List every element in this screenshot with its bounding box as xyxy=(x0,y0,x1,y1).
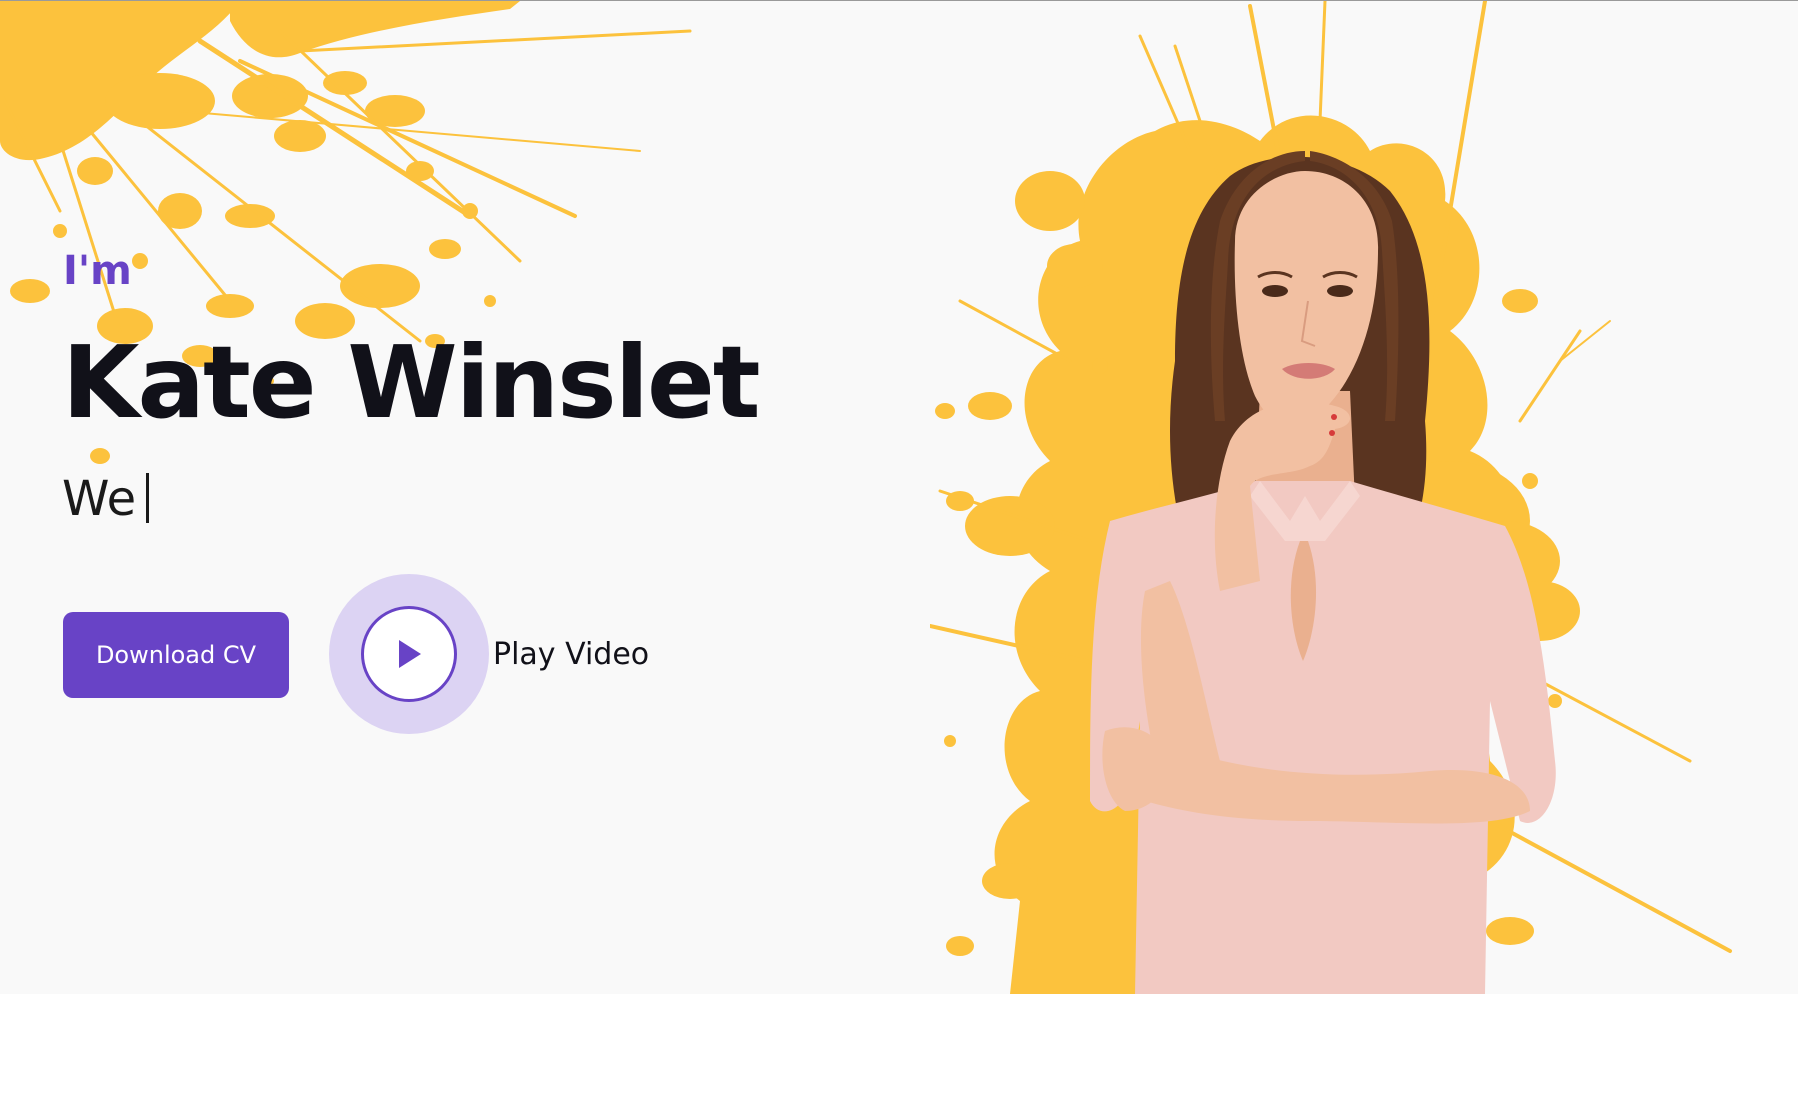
play-ring[interactable] xyxy=(361,606,457,702)
hero-section: I'm Kate Winslet We Download CV Play Vid… xyxy=(0,1,1798,994)
download-cv-button[interactable]: Download CV xyxy=(63,612,289,698)
portrait-image xyxy=(930,1,1732,994)
typing-cursor xyxy=(146,473,150,523)
hero-name: Kate Winslet xyxy=(62,324,761,441)
play-video-label[interactable]: Play Video xyxy=(493,637,649,672)
play-video-button[interactable]: Play Video xyxy=(329,574,649,734)
play-icon xyxy=(399,640,421,668)
play-halo[interactable] xyxy=(329,574,489,734)
intro-text: I'm xyxy=(63,248,132,294)
typed-tagline: We xyxy=(62,473,150,523)
typed-text: We xyxy=(62,471,137,527)
